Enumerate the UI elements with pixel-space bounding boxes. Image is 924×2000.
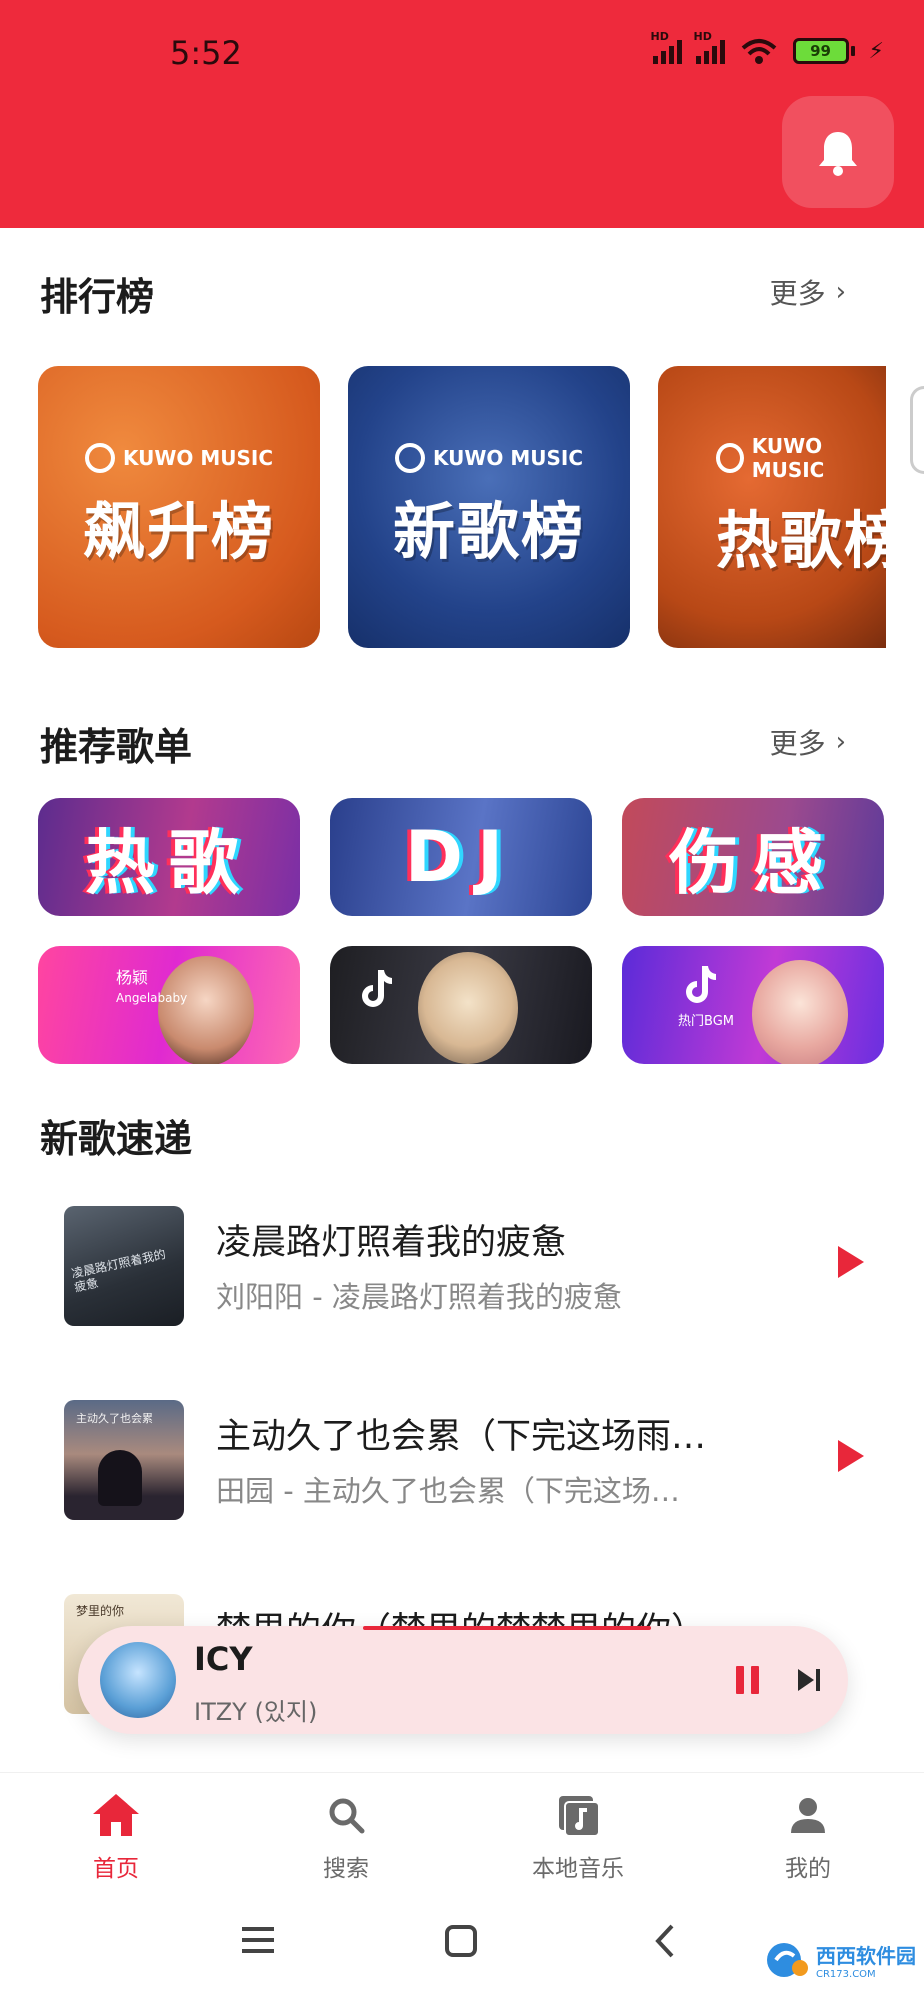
playlist-card-hot-bgm[interactable]: 热门BGM	[622, 946, 884, 1064]
playlist-card-tiktok-meme[interactable]	[330, 946, 592, 1064]
status-icons: HD HD 99 ⚡	[651, 30, 884, 66]
song-cover: 主动久了也会累	[64, 1400, 184, 1520]
nav-label: 本地音乐	[532, 1856, 624, 1882]
notification-button[interactable]	[782, 96, 894, 208]
now-playing-cover	[100, 1642, 176, 1718]
now-playing-artist: ITZY (있지)	[194, 1698, 318, 1726]
back-icon[interactable]	[652, 1922, 676, 1960]
playback-progress	[363, 1626, 651, 1630]
app-header: 5:52 HD HD 99 ⚡	[0, 0, 924, 228]
playlists-section-title: 推荐歌单	[40, 725, 193, 769]
status-time: 5:52	[170, 34, 242, 72]
song-cover: 凌晨路灯照着我的疲惫	[64, 1206, 184, 1326]
pause-icon[interactable]	[736, 1666, 760, 1694]
side-scroll-handle[interactable]	[910, 386, 924, 474]
signal-icon: HD	[694, 30, 725, 64]
play-icon[interactable]	[838, 1246, 864, 1278]
nav-label: 我的	[785, 1856, 831, 1882]
playlist-label: DJ	[404, 816, 518, 898]
song-row[interactable]: 凌晨路灯照着我的疲惫 凌晨路灯照着我的疲惫 刘阳阳 - 凌晨路灯照着我的疲惫	[64, 1206, 864, 1326]
playlist-caption: 热门BGM	[678, 1014, 734, 1029]
bottom-nav: 首页 搜索 本地音乐 我的	[0, 1772, 924, 1890]
chart-name: 热歌榜	[716, 504, 886, 577]
playlist-card-angelababy[interactable]: 杨颖 Angelababy	[38, 946, 300, 1064]
user-icon	[791, 1798, 825, 1833]
chart-name: 飙升榜	[82, 495, 275, 568]
playlist-card-hot[interactable]: 热歌	[38, 798, 300, 916]
home-icon	[93, 1794, 139, 1836]
kuwo-logo: KUWO MUSIC	[716, 434, 886, 482]
charts-more-link[interactable]: 更多 ›	[770, 272, 846, 312]
artist-portrait	[752, 960, 848, 1064]
playlist-card-dj[interactable]: DJ	[330, 798, 592, 916]
home-square-icon[interactable]	[444, 1924, 478, 1958]
chevron-right-icon: ›	[835, 727, 846, 757]
playlist-label: 伤感	[669, 821, 837, 904]
nav-item-search[interactable]: 搜索	[266, 1791, 426, 1883]
playlist-card-sad[interactable]: 伤感	[622, 798, 884, 916]
cover-text: 梦里的你	[76, 1604, 125, 1618]
bell-icon	[819, 132, 857, 176]
more-label: 更多	[769, 277, 826, 310]
battery-icon: 99	[792, 38, 855, 64]
local-music-icon	[559, 1796, 599, 1836]
song-title: 凌晨路灯照着我的疲惫	[216, 1223, 567, 1263]
chart-card-soaring[interactable]: KUWO MUSIC 飙升榜	[38, 366, 320, 648]
mini-player[interactable]: ICY ITZY (있지)	[78, 1626, 848, 1734]
play-icon[interactable]	[838, 1440, 864, 1472]
charts-section-title: 排行榜	[40, 275, 155, 319]
nav-item-mine[interactable]: 我的	[728, 1791, 888, 1883]
nav-label: 首页	[93, 1856, 139, 1882]
meme-face	[418, 952, 518, 1064]
chart-card-hot-songs[interactable]: KUWO MUSIC 热歌榜	[658, 366, 886, 648]
tiktok-icon	[362, 970, 392, 1007]
battery-level: 99	[810, 42, 831, 60]
now-playing-title: ICY	[194, 1640, 253, 1678]
cover-text: 主动久了也会累	[76, 1412, 153, 1425]
playlists-more-link[interactable]: 更多 ›	[770, 722, 846, 762]
more-label: 更多	[769, 727, 826, 760]
cover-silhouette	[98, 1450, 142, 1506]
nav-label: 搜索	[323, 1856, 369, 1882]
song-title: 主动久了也会累（下完这场雨…	[216, 1417, 707, 1457]
tiktok-icon	[686, 966, 716, 1003]
signal-icon: HD	[651, 30, 682, 64]
nav-item-home[interactable]: 首页	[36, 1791, 196, 1883]
menu-icon[interactable]	[240, 1924, 276, 1956]
search-icon	[329, 1798, 365, 1834]
charging-icon: ⚡	[868, 38, 884, 64]
watermark-text: 西西软件园	[816, 1944, 916, 1968]
kuwo-logo: KUWO MUSIC	[84, 443, 273, 473]
chevron-right-icon: ›	[835, 277, 846, 307]
watermark-domain: CR173.COM	[816, 1969, 876, 1980]
playlist-label: 热歌	[85, 821, 253, 904]
cover-text: 凌晨路灯照着我的疲惫	[70, 1247, 168, 1295]
watermark-logo	[767, 1943, 808, 1977]
song-row[interactable]: 主动久了也会累 主动久了也会累（下完这场雨… 田园 - 主动久了也会累（下完这场…	[64, 1400, 864, 1520]
nav-item-local-music[interactable]: 本地音乐	[498, 1791, 658, 1883]
chart-card-new-songs[interactable]: KUWO MUSIC 新歌榜	[348, 366, 630, 648]
site-watermark: 西西软件园 CR173.COM	[764, 1940, 916, 1980]
chart-name: 新歌榜	[392, 495, 585, 568]
wifi-icon	[741, 39, 776, 64]
new-songs-section-title: 新歌速递	[40, 1117, 193, 1161]
song-subtitle: 刘阳阳 - 凌晨路灯照着我的疲惫	[216, 1280, 622, 1314]
kuwo-logo: KUWO MUSIC	[394, 443, 583, 473]
song-subtitle: 田园 - 主动久了也会累（下完这场…	[216, 1474, 680, 1508]
playlist-caption: 杨颖 Angelababy	[116, 968, 188, 1005]
next-track-icon[interactable]	[794, 1666, 824, 1694]
